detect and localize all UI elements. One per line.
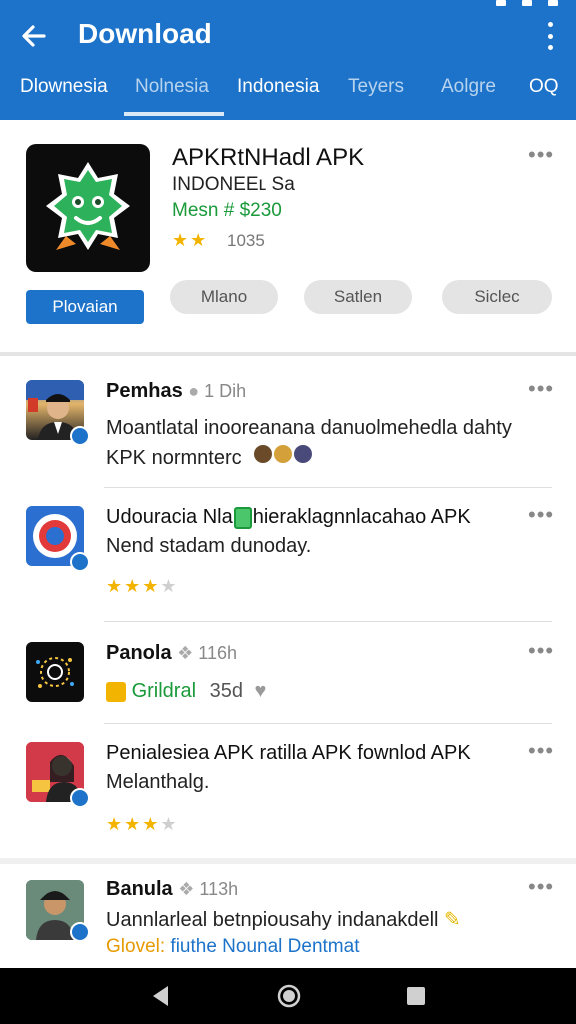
phone-icon (233, 506, 252, 529)
tab-aolgre[interactable]: Aolgre (441, 76, 496, 116)
chat-bubble-icon: ● (188, 381, 200, 401)
comment-more-button[interactable]: ••• (528, 502, 554, 528)
comment-author: Panola ❖ 116h (106, 642, 238, 664)
section-divider (0, 858, 576, 864)
divider (104, 487, 552, 488)
home-nav-button[interactable] (276, 983, 302, 1014)
emoji-group-icon (253, 443, 315, 474)
recents-nav-button[interactable] (406, 986, 426, 1011)
page-title: Download (78, 18, 212, 49)
app-icon[interactable] (26, 144, 150, 272)
comment-more-button[interactable]: ••• (528, 638, 554, 664)
comment-author: Udouracia Nla hieraklagnnlacahao APK (106, 506, 471, 529)
tag-icon: ❖ (177, 643, 194, 663)
signal-icon (496, 0, 506, 6)
comment-rating: ★★★★ (106, 576, 179, 596)
back-button[interactable] (18, 20, 50, 52)
verified-badge-icon (70, 788, 90, 808)
app-rating: ★★ 1035 (172, 230, 265, 251)
comment-author: Penialesiea APK ratilla APK fownlod APK (106, 742, 471, 764)
mlano-button[interactable]: Mlano (170, 280, 278, 314)
system-nav-bar (0, 968, 576, 1024)
rating-stars: ★★ (172, 230, 209, 250)
verified-badge-icon (70, 922, 90, 942)
comment-more-button[interactable]: ••• (528, 738, 554, 764)
comment-link[interactable]: Glovel: fiuthe Nounal Dentmat (106, 936, 359, 958)
avatar[interactable] (26, 642, 84, 702)
tab-dlownesia[interactable]: Dlownesia (20, 76, 108, 116)
comment-list: Pemhas ● 1 Dih ••• Moantlatal inooreanan… (0, 356, 576, 968)
comment-text: Nend stadam dunoday. (106, 535, 312, 557)
divider (104, 723, 552, 724)
status-bar (496, 0, 558, 10)
robot-logo-icon (46, 162, 130, 250)
comment-rating: ★★★★ (106, 814, 179, 834)
comment-more-button[interactable]: ••• (528, 376, 554, 402)
comment-time: ❖ 113h (178, 879, 239, 899)
sparkle-logo-icon (36, 657, 74, 688)
heart-icon: ♥ (254, 680, 267, 702)
app-more-button[interactable]: ••• (528, 142, 554, 168)
app-name: APKRtNHadl APK (172, 144, 365, 171)
gift-icon (106, 681, 126, 702)
app-developer[interactable]: INDONEEʟ Sa (172, 174, 295, 196)
satlen-button[interactable]: Satlen (304, 280, 412, 314)
square-recents-icon (407, 987, 425, 1005)
app-header-card: APKRtNHadl APK INDONEEʟ Sa Mesn # $230 ★… (0, 120, 576, 356)
comment-text: Moantlatal inooreanana danuolmehedla dah… (106, 414, 546, 474)
siclec-button[interactable]: Siclec (442, 280, 552, 314)
tab-indonesia[interactable]: Indonesia (237, 76, 319, 116)
verified-badge-icon (70, 426, 90, 446)
comment-more-button[interactable]: ••• (528, 874, 554, 900)
app-bar: Download Dlownesia Nolnesia Indonesia Te… (0, 0, 576, 120)
comment-time: ❖ 116h (177, 643, 238, 663)
comment-time: ● 1 Dih (188, 381, 247, 401)
verified-badge-icon (70, 552, 90, 572)
battery-icon (548, 0, 558, 6)
comment-text: Uannlarleal betnpiousahy indanakdell ✎ (106, 909, 461, 931)
divider (104, 621, 552, 622)
tab-oq[interactable]: OQ (529, 76, 559, 116)
tab-teyers[interactable]: Teyers (348, 76, 404, 116)
tab-bar: Dlownesia Nolnesia Indonesia Teyers Aolg… (0, 66, 576, 116)
circle-home-icon (277, 984, 301, 1008)
primary-action-button[interactable]: Plovaian (26, 290, 144, 324)
triangle-back-icon (153, 986, 168, 1006)
comment-text: Melanthalg. (106, 771, 210, 793)
comment-author: Banula ❖ 113h (106, 878, 239, 900)
wifi-icon (522, 0, 532, 6)
pencil-icon: ✎ (444, 909, 461, 931)
app-version: Mesn # $230 (172, 200, 282, 221)
tab-indicator (124, 112, 224, 116)
comment-badge: Grildral 35d ♥ (106, 680, 266, 703)
rating-count: 1035 (227, 231, 265, 250)
arrow-left-icon (22, 25, 46, 47)
more-vertical-icon[interactable] (544, 22, 556, 50)
tag-icon: ❖ (178, 879, 195, 899)
tab-nolnesia[interactable]: Nolnesia (135, 76, 209, 116)
back-nav-button[interactable] (150, 984, 172, 1013)
comment-author: Pemhas ● 1 Dih (106, 380, 247, 402)
